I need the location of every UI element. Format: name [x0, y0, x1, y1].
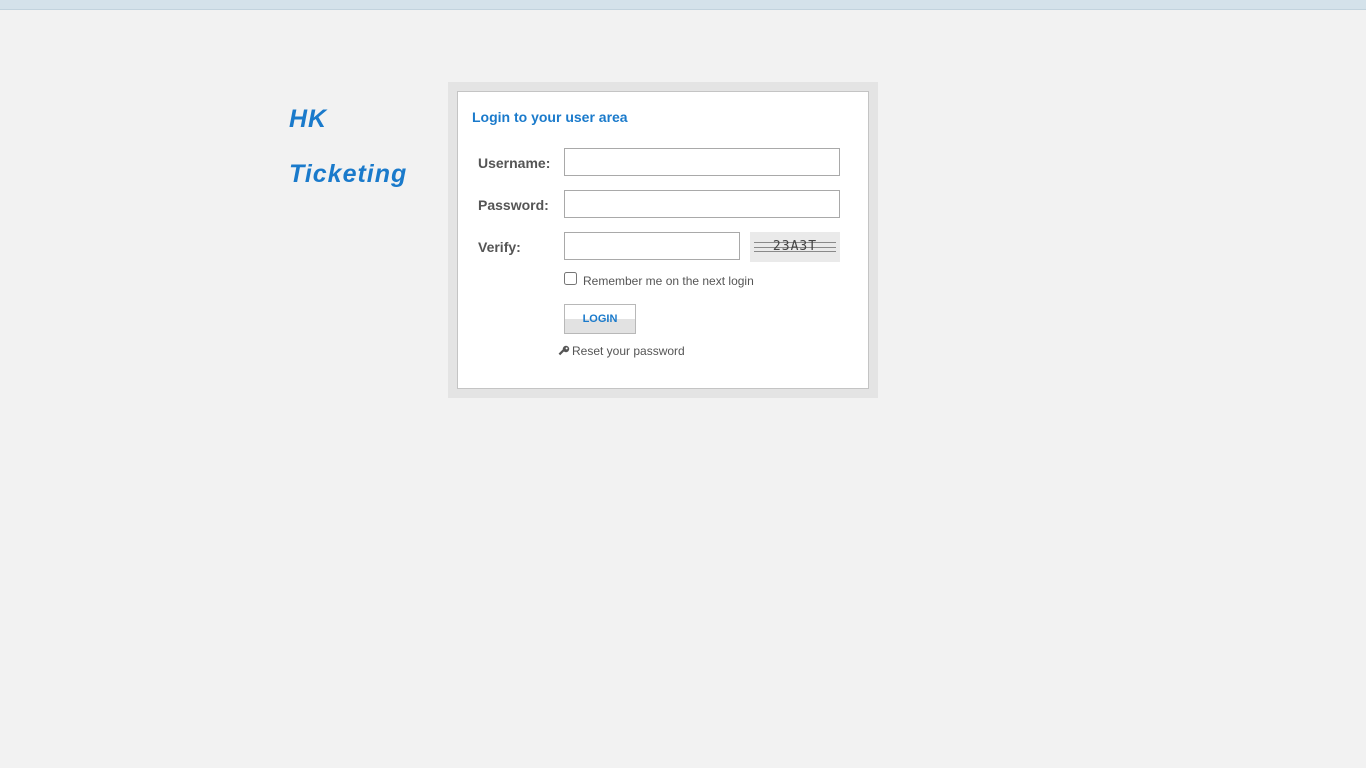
- verify-label: Verify:: [478, 239, 521, 255]
- brand-line-2: Ticketing: [289, 160, 408, 188]
- key-icon: [558, 345, 570, 356]
- captcha-image: 23A3T: [750, 232, 840, 262]
- reset-password-link[interactable]: Reset your password: [558, 344, 685, 358]
- brand-logo: HK Ticketing: [289, 92, 439, 202]
- login-button[interactable]: LOGIN: [564, 304, 636, 334]
- password-input[interactable]: [564, 190, 840, 218]
- top-bar: [0, 0, 1366, 10]
- brand-line-1: HK: [289, 105, 328, 133]
- remember-me-checkbox[interactable]: [564, 272, 577, 285]
- reset-password-label: Reset your password: [572, 344, 685, 358]
- login-title: Login to your user area: [472, 109, 628, 125]
- captcha-text: 23A3T: [772, 239, 818, 254]
- username-label: Username:: [478, 155, 551, 171]
- remember-me-label[interactable]: Remember me on the next login: [583, 274, 754, 288]
- username-input[interactable]: [564, 148, 840, 176]
- login-form: Login to your user area Username: Passwo…: [457, 91, 869, 389]
- login-box-frame: Login to your user area Username: Passwo…: [448, 82, 878, 398]
- verify-input[interactable]: [564, 232, 740, 260]
- password-label: Password:: [478, 197, 549, 213]
